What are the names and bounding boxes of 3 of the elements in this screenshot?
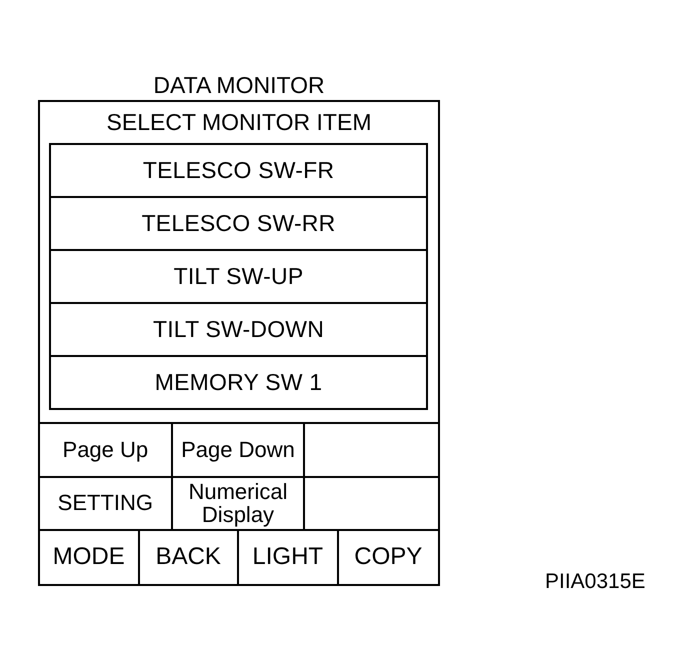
figure-code: PIIA0315E [545, 570, 646, 594]
panel-heading: SELECT MONITOR ITEM [106, 108, 372, 137]
screen-title: DATA MONITOR [153, 72, 325, 98]
